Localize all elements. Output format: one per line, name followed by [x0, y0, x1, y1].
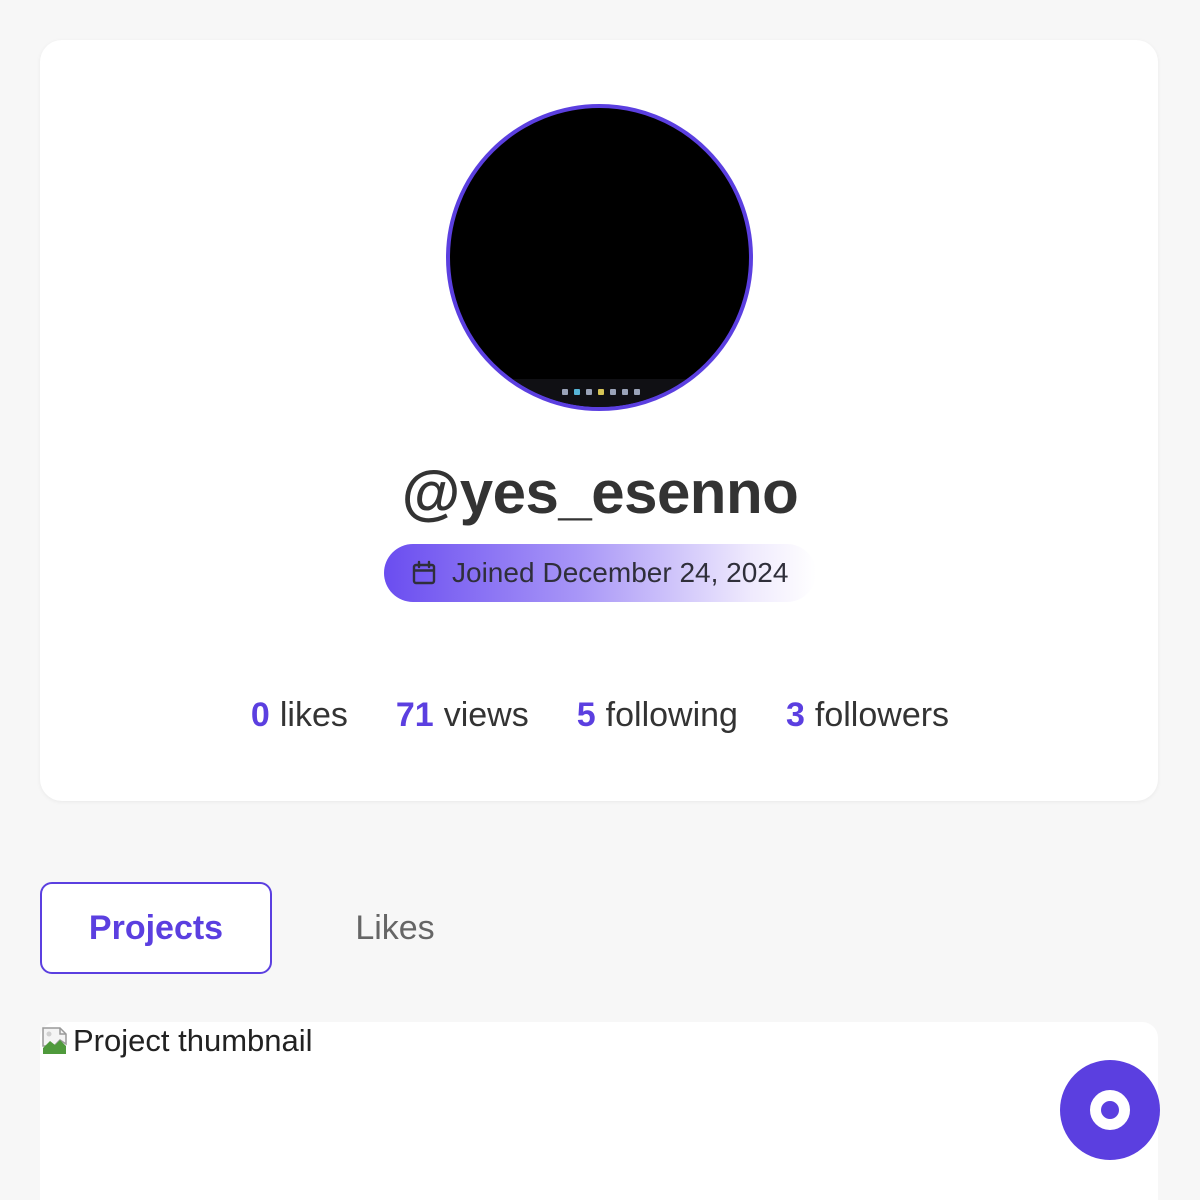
stat-following[interactable]: 5 following — [577, 696, 738, 735]
stat-value: 5 — [576, 696, 596, 734]
stat-label: likes — [279, 696, 348, 734]
stat-label: following — [605, 696, 738, 734]
tab-likes[interactable]: Likes — [310, 882, 480, 974]
stat-value: 3 — [785, 696, 805, 734]
floating-action-button[interactable] — [1060, 1060, 1160, 1160]
project-card[interactable]: Project thumbnail — [40, 1022, 1158, 1200]
stat-followers[interactable]: 3 followers — [786, 696, 949, 735]
joined-date: December 24, 2024 — [542, 557, 789, 588]
stat-label: followers — [814, 696, 950, 734]
profile-stats: 0 likes 71 views 5 following 3 followers — [0, 696, 1200, 735]
broken-image-icon — [40, 1024, 72, 1056]
avatar-taskbar-strip — [450, 379, 749, 407]
stat-label: views — [443, 696, 529, 734]
profile-page: @yes_esenno Joined December 24, 2024 0 l… — [0, 0, 1200, 1200]
avatar-taskbar-icons — [562, 389, 640, 395]
avatar[interactable] — [446, 104, 753, 411]
stat-likes: 0 likes — [251, 696, 348, 735]
stat-value: 0 — [250, 696, 270, 734]
stat-views: 71 views — [396, 696, 529, 735]
stat-value: 71 — [395, 696, 434, 734]
record-icon — [1090, 1090, 1130, 1130]
calendar-icon — [410, 559, 438, 587]
username: @yes_esenno — [401, 459, 799, 526]
project-thumbnail: Project thumbnail — [73, 1023, 313, 1058]
joined-badge: Joined December 24, 2024 — [384, 544, 816, 602]
tab-projects[interactable]: Projects — [40, 882, 272, 974]
joined-label: Joined — [452, 557, 535, 588]
